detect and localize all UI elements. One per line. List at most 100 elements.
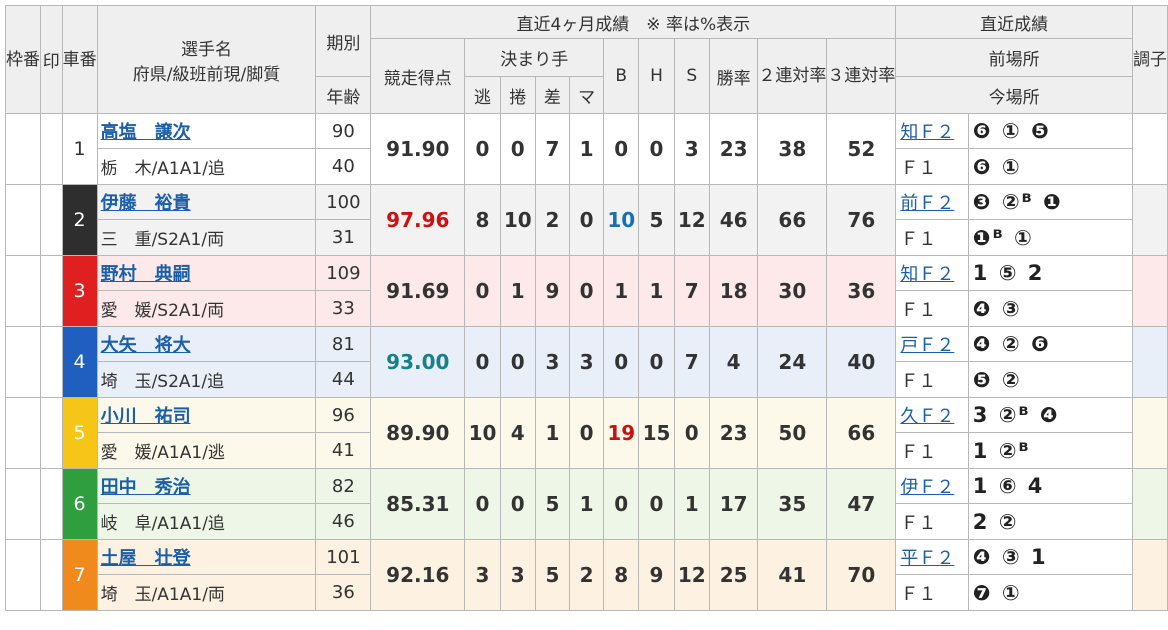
car-number: 2 — [61, 184, 98, 256]
prev-venue-label: 知Ｆ２ — [895, 255, 969, 291]
sashi-cell: 3 — [534, 326, 571, 398]
curr-venue-label: Ｆ１ — [895, 219, 969, 256]
prev-results: ❻ ① ❺ — [967, 113, 1133, 149]
racer-name: 野村 典嗣 — [96, 255, 317, 291]
score-cell: 93.00 — [370, 326, 466, 398]
header-ren3: ３連対率 — [826, 38, 897, 114]
racer-name: 高塩 譲次 — [96, 113, 317, 149]
table-row: 6 田中 秀治 82 85.31 0 0 5 1 0 0 1 17 35 47 伊Ｆ２ 1 ⑥ 4 — [5, 468, 1168, 540]
condition-cell — [1131, 468, 1168, 540]
sashi-cell: 9 — [534, 255, 571, 327]
sashi-cell: 2 — [534, 184, 571, 256]
shirushi-cell[interactable] — [40, 326, 63, 398]
curr-results: 2 ② — [967, 503, 1133, 540]
prev-venue-link[interactable]: 戸Ｆ２ — [900, 335, 954, 356]
header-waku: 枠番 — [5, 5, 41, 114]
win-rate-cell: 23 — [708, 113, 759, 185]
header-ren2: ２連対率 — [757, 38, 828, 114]
header-period: 期別 — [315, 5, 372, 77]
age-cell: 31 — [315, 219, 372, 256]
sashi-cell: 5 — [534, 468, 571, 540]
ren2-rate-cell: 24 — [757, 326, 828, 398]
condition-cell — [1131, 397, 1168, 469]
racer-pref: 埼 玉/A1A1/両 — [96, 574, 317, 611]
prev-venue-label: 前Ｆ２ — [895, 184, 969, 220]
age-cell: 44 — [315, 361, 372, 398]
period-cell: 90 — [315, 113, 372, 149]
period-cell: 82 — [315, 468, 372, 504]
score-cell: 97.96 — [370, 184, 466, 256]
condition-cell — [1131, 326, 1168, 398]
ren3-rate-cell: 76 — [826, 184, 897, 256]
period-cell: 100 — [315, 184, 372, 220]
period-cell: 81 — [315, 326, 372, 362]
score-cell: 85.31 — [370, 468, 466, 540]
prev-venue-link[interactable]: 伊Ｆ２ — [900, 477, 954, 498]
sashi-cell: 5 — [534, 539, 571, 611]
condition-cell — [1131, 255, 1168, 327]
shirushi-cell[interactable] — [40, 397, 63, 469]
nige-cell: 3 — [464, 539, 501, 611]
shirushi-cell[interactable] — [40, 184, 63, 256]
racer-name-link[interactable]: 伊藤 裕貴 — [101, 193, 191, 214]
header-nige: 逃 — [464, 76, 501, 114]
nige-cell: 0 — [464, 113, 501, 185]
racer-name-link[interactable]: 高塩 譲次 — [101, 122, 191, 143]
prev-venue-label: 平Ｆ２ — [895, 539, 969, 575]
prev-venue-link[interactable]: 知Ｆ２ — [900, 264, 954, 285]
header-name: 選手名 府県/級班前現/脚質 — [96, 5, 317, 114]
waku-cell — [5, 468, 41, 540]
car-number: 6 — [61, 468, 98, 540]
makuri-cell: 0 — [499, 468, 536, 540]
ren3-rate-cell: 52 — [826, 113, 897, 185]
prev-results: ❹ ② ❻ — [967, 326, 1133, 362]
racer-name-link[interactable]: 田中 秀治 — [101, 477, 191, 498]
racer-name-link[interactable]: 小川 祐司 — [101, 406, 191, 427]
waku-cell — [5, 113, 41, 185]
score-cell: 91.69 — [370, 255, 466, 327]
shirushi-cell[interactable] — [40, 255, 63, 327]
prev-venue-label: 戸Ｆ２ — [895, 326, 969, 362]
ren3-rate-cell: 36 — [826, 255, 897, 327]
racer-name: 土屋 壮登 — [96, 539, 317, 575]
prev-venue-link[interactable]: 久Ｆ２ — [900, 406, 954, 427]
makuri-cell: 10 — [499, 184, 536, 256]
curr-results: 1 ②ᴮ — [967, 432, 1133, 469]
prev-venue-label: 久Ｆ２ — [895, 397, 969, 433]
prev-venue-label: 知Ｆ２ — [895, 113, 969, 149]
prev-venue-link[interactable]: 平Ｆ２ — [900, 548, 954, 569]
shirushi-cell[interactable] — [40, 113, 63, 185]
age-cell: 36 — [315, 574, 372, 611]
ren3-rate-cell: 47 — [826, 468, 897, 540]
racer-name: 小川 祐司 — [96, 397, 317, 433]
condition-cell — [1131, 113, 1168, 185]
mark-cell: 3 — [568, 326, 605, 398]
score-cell: 91.90 — [370, 113, 466, 185]
waku-cell — [5, 184, 41, 256]
table-row: 2 伊藤 裕貴 100 97.96 8 10 2 0 10 5 12 46 66 76 前Ｆ２ ❸ ②ᴮ ❶ — [5, 184, 1168, 256]
prev-venue-link[interactable]: 前Ｆ２ — [900, 193, 954, 214]
header-b: B — [603, 38, 640, 114]
condition-cell — [1131, 184, 1168, 256]
prev-venue-link[interactable]: 知Ｆ２ — [900, 122, 954, 143]
curr-venue-label: Ｆ１ — [895, 148, 969, 185]
shirushi-cell[interactable] — [40, 468, 63, 540]
b-cell: 0 — [603, 468, 640, 540]
racer-name-link[interactable]: 土屋 壮登 — [101, 548, 191, 569]
table-row: 7 土屋 壮登 101 92.16 3 3 5 2 8 9 12 25 41 70 平Ｆ２ ❹ ③ 1 — [5, 539, 1168, 611]
h-cell: 0 — [638, 326, 675, 398]
prev-venue-label: 伊Ｆ２ — [895, 468, 969, 504]
age-cell: 46 — [315, 503, 372, 540]
age-cell: 41 — [315, 432, 372, 469]
header-sashi: 差 — [534, 76, 571, 114]
ren2-rate-cell: 38 — [757, 113, 828, 185]
racer-name-link[interactable]: 大矢 将大 — [101, 335, 191, 356]
ren2-rate-cell: 35 — [757, 468, 828, 540]
header-name-line1: 選手名 — [181, 39, 233, 60]
curr-venue-label: Ｆ１ — [895, 503, 969, 540]
racer-pref: 愛 媛/A1A1/逃 — [96, 432, 317, 469]
makuri-cell: 0 — [499, 113, 536, 185]
header-recent-results: 直近成績 — [895, 5, 1133, 39]
racer-name-link[interactable]: 野村 典嗣 — [101, 264, 191, 285]
shirushi-cell[interactable] — [40, 539, 63, 611]
